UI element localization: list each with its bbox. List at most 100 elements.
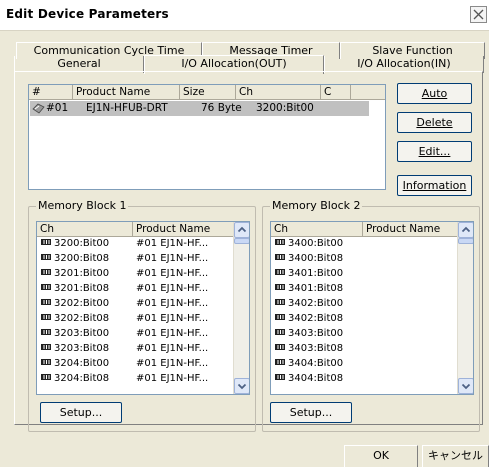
mb2-scrollbar[interactable] [457,222,473,394]
column-header-size[interactable]: Size [180,85,236,100]
dialog-title: Edit Device Parameters [6,7,169,21]
mb1-row-ch: 3203:Bit08 [41,342,109,355]
mb1-row[interactable]: 3200:Bit08 #01 EJ1N-HF... [37,252,234,265]
auto-button[interactable]: Auto [397,83,472,104]
mb2-column-header-ch[interactable]: Ch [271,222,363,237]
mb2-row[interactable]: 3400:Bit00 [271,237,458,250]
column-header-product-name[interactable]: Product Name [73,85,180,100]
memory-channel-icon [275,239,285,245]
cancel-button[interactable]: キャンセル [422,445,489,467]
mb1-row-product: #01 EJ1N-HF... [136,313,209,324]
column-header-c[interactable]: C [321,85,351,100]
mb2-row[interactable]: 3403:Bit08 [271,342,458,355]
title-bar[interactable]: Edit Device Parameters [0,0,489,31]
mb1-scroll-down-icon[interactable] [234,378,249,394]
mb1-scrollbar[interactable] [233,222,249,394]
memory-channel-icon [275,374,285,380]
mb1-row-ch-text: 3204:Bit00 [54,358,110,369]
memory-channel-icon [41,284,51,290]
mb2-scroll-down-icon[interactable] [458,378,473,394]
device-list[interactable]: # Product Name Size Ch C #01 EJ1N-HFUB-D… [28,84,386,190]
mb2-row-ch-text: 3402:Bit00 [288,298,344,309]
mb1-row[interactable]: 3203:Bit00 #01 EJ1N-HF... [37,327,234,340]
column-header-ch[interactable]: Ch [236,85,321,100]
mb1-row-ch-text: 3202:Bit00 [54,298,110,309]
mb2-row[interactable]: 3403:Bit00 [271,327,458,340]
mb1-scroll-up-icon[interactable] [234,222,249,238]
delete-button[interactable]: Delete [397,112,472,133]
mb1-column-header-product-name[interactable]: Product Name [133,222,234,237]
mb2-row-ch: 3404:Bit08 [275,372,343,385]
memory-channel-icon [275,314,285,320]
mb1-row[interactable]: 3204:Bit00 #01 EJ1N-HF... [37,357,234,370]
mb2-row-ch: 3400:Bit00 [275,237,343,250]
mb1-column-header-ch[interactable]: Ch [37,222,133,237]
column-header-num[interactable]: # [29,85,73,100]
mb2-row-ch: 3402:Bit00 [275,297,343,310]
mb1-row-ch-text: 3203:Bit00 [54,328,110,339]
memory-channel-icon [41,344,51,350]
mb1-row-ch: 3203:Bit00 [41,327,109,340]
mb1-row-product: #01 EJ1N-HF... [136,298,209,309]
device-ch: 3200:Bit00 [256,102,314,114]
cancel-button-label: キャンセル [428,449,483,462]
memory-channel-icon [41,329,51,335]
mb2-row-ch: 3403:Bit00 [275,327,343,340]
mb1-row[interactable]: 3203:Bit08 #01 EJ1N-HF... [37,342,234,355]
close-button[interactable] [470,6,487,23]
mb1-row-product: #01 EJ1N-HF... [136,358,209,369]
mb1-row-ch-text: 3200:Bit08 [54,253,110,264]
mb2-column-header-product-name[interactable]: Product Name [363,222,458,237]
memory-channel-icon [275,269,285,275]
mb2-row[interactable]: 3400:Bit08 [271,252,458,265]
memory-block-1-list[interactable]: Ch Product Name 3200:Bit00 #01 EJ1N-HF...… [36,221,250,395]
mb1-row[interactable]: 3201:Bit00 #01 EJ1N-HF... [37,267,234,280]
mb1-row[interactable]: 3201:Bit08 #01 EJ1N-HF... [37,282,234,295]
mb1-row-product: #01 EJ1N-HF... [136,343,209,354]
mb1-row-product: #01 EJ1N-HF... [136,283,209,294]
mb2-scroll-thumb[interactable] [458,238,473,244]
mb1-row-ch: 3204:Bit08 [41,372,109,385]
mb2-row[interactable]: 3404:Bit08 [271,372,458,385]
information-button[interactable]: Information [397,175,472,196]
memory-block-2-label: Memory Block 2 [270,199,363,212]
mb2-row-ch-text: 3403:Bit08 [288,343,344,354]
mb2-row-ch: 3404:Bit00 [275,357,343,370]
mb1-row-ch-text: 3201:Bit08 [54,283,110,294]
mb1-row-ch: 3201:Bit00 [41,267,109,280]
memory-channel-icon [41,269,51,275]
mb2-scroll-up-icon[interactable] [458,222,473,238]
memory-channel-icon [275,299,285,305]
mb1-row[interactable]: 3200:Bit00 #01 EJ1N-HF... [37,237,234,250]
device-icon [32,103,45,117]
mb2-row-ch-text: 3400:Bit00 [288,238,344,249]
mb2-row[interactable]: 3402:Bit00 [271,297,458,310]
memory-channel-icon [41,299,51,305]
device-num: #01 [46,102,69,114]
edit-device-parameters-dialog: Edit Device Parameters Communication Cyc… [0,0,489,467]
mb1-row-product: #01 EJ1N-HF... [136,268,209,279]
edit-button[interactable]: Edit... [397,141,472,162]
mb1-row[interactable]: 3202:Bit08 #01 EJ1N-HF... [37,312,234,325]
mb2-row[interactable]: 3401:Bit08 [271,282,458,295]
close-icon [473,9,484,20]
mb1-row[interactable]: 3204:Bit08 #01 EJ1N-HF... [37,372,234,385]
mb2-row[interactable]: 3404:Bit00 [271,357,458,370]
device-row[interactable]: #01 EJ1N-HFUB-DRT 76 Byte 3200:Bit00 [30,101,369,116]
mb2-row[interactable]: 3402:Bit08 [271,312,458,325]
mb2-row-ch-text: 3404:Bit00 [288,358,344,369]
mb2-row[interactable]: 3401:Bit00 [271,267,458,280]
memory-channel-icon [275,329,285,335]
mb1-scroll-thumb[interactable] [234,238,249,244]
memory-block-2-setup-button[interactable]: Setup... [270,402,352,423]
memory-block-2-list[interactable]: Ch Product Name 3400:Bit00 3400:Bit08 3401… [270,221,474,395]
mb1-row[interactable]: 3202:Bit00 #01 EJ1N-HF... [37,297,234,310]
mb1-row-product: #01 EJ1N-HF... [136,238,209,249]
ok-button[interactable]: OK [344,445,418,467]
memory-channel-icon [41,359,51,365]
mb1-row-ch: 3202:Bit00 [41,297,109,310]
memory-block-1-setup-button[interactable]: Setup... [40,402,122,423]
mb1-row-product: #01 EJ1N-HF... [136,328,209,339]
delete-button-label: Delete [416,116,453,129]
mb1-row-product: #01 EJ1N-HF... [136,373,209,384]
